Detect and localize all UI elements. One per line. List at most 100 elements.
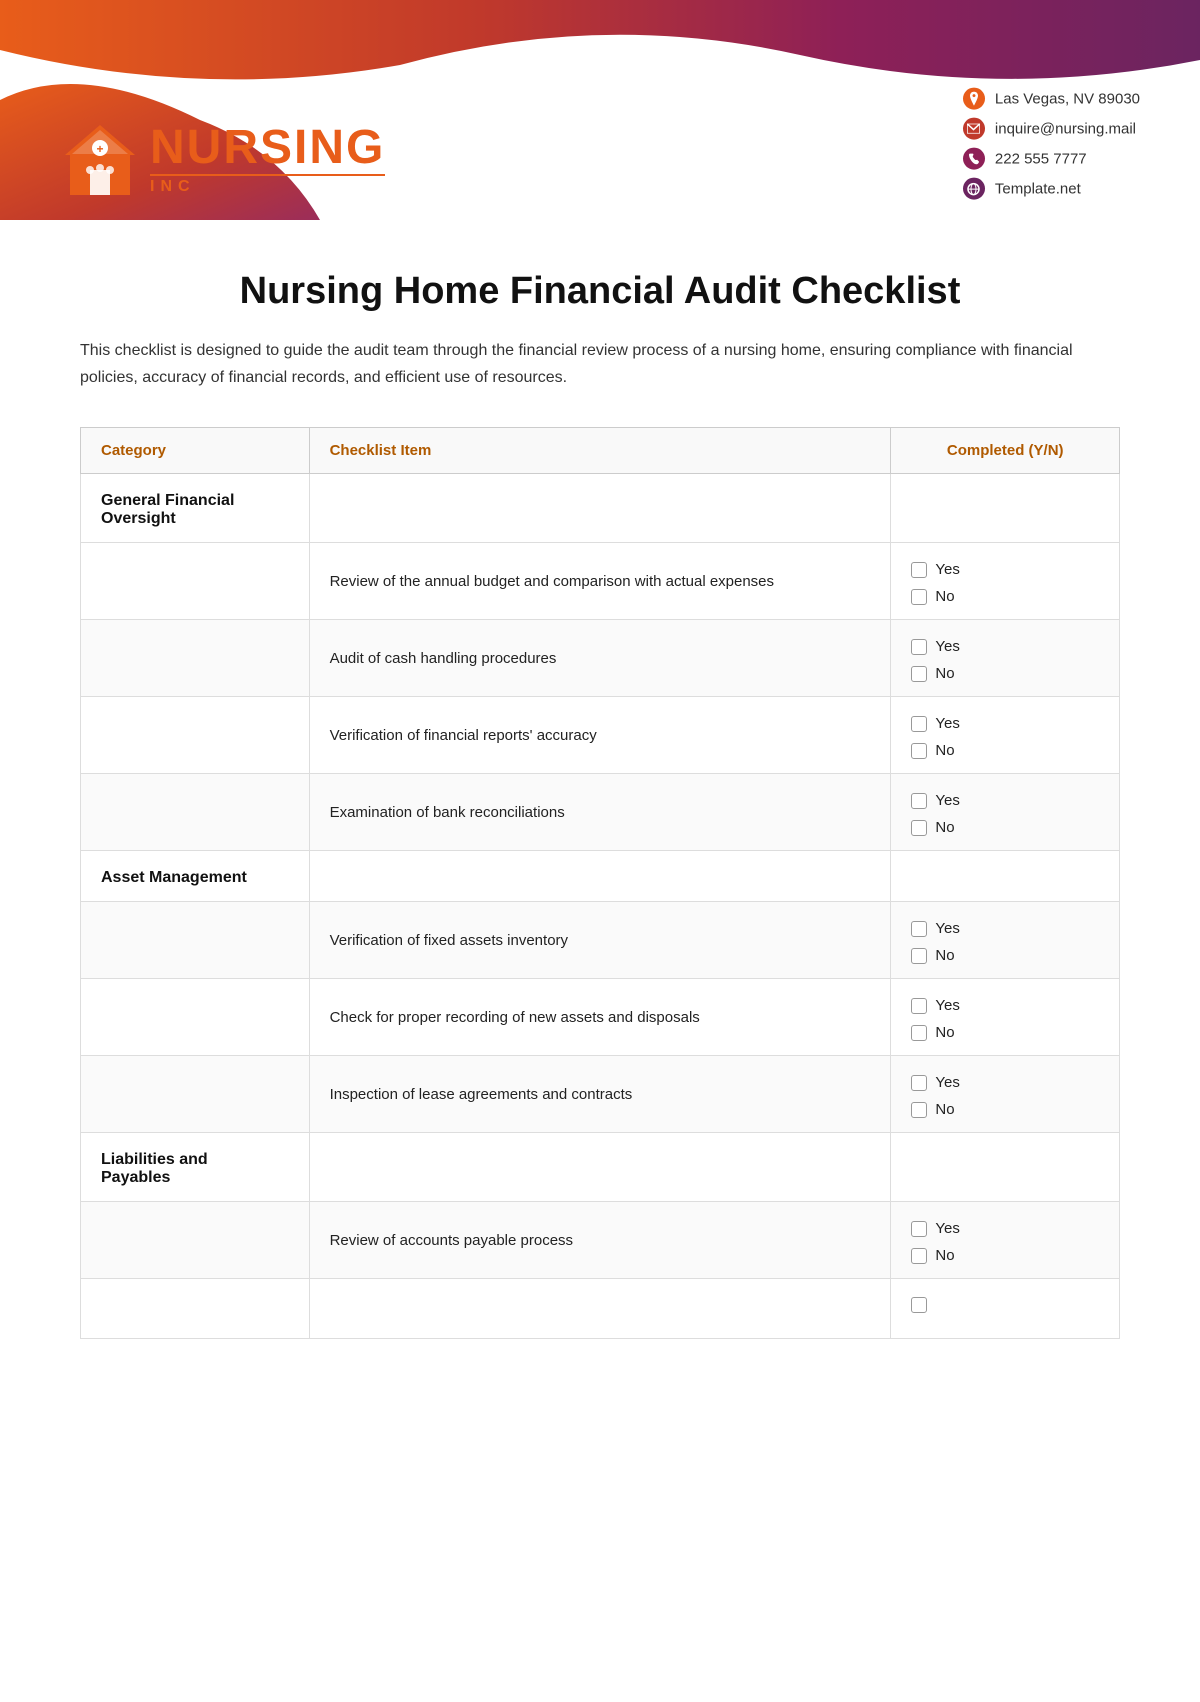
checklist-item-empty — [309, 474, 891, 543]
category-liabilities: Liabilities andPayables — [81, 1133, 310, 1202]
svg-text:+: + — [96, 142, 103, 156]
yn-6: Yes No — [891, 979, 1120, 1056]
table-row: General FinancialOversight — [81, 474, 1120, 543]
checklist-item-5: Verification of fixed assets inventory — [309, 902, 891, 979]
checklist-item-1: Review of the annual budget and comparis… — [309, 543, 891, 620]
no-checkbox-2[interactable] — [911, 666, 927, 682]
yn-no-option[interactable]: No — [911, 742, 1099, 759]
checklist-item-8: Review of accounts payable process — [309, 1202, 891, 1279]
yn-yes-option[interactable]: Yes — [911, 1074, 1099, 1091]
yn-7: Yes No — [891, 1056, 1120, 1133]
contact-address: Las Vegas, NV 89030 — [963, 88, 1140, 110]
yn-1: Yes No — [891, 543, 1120, 620]
table-row: Review of accounts payable process Yes N… — [81, 1202, 1120, 1279]
logo-name: NURSING — [150, 124, 385, 172]
yes-checkbox-7[interactable] — [911, 1075, 927, 1091]
yn-no-option[interactable]: No — [911, 1024, 1099, 1041]
table-row — [81, 1279, 1120, 1339]
logo-area: + NURSING INC — [60, 120, 385, 200]
main-content: Nursing Home Financial Audit Checklist T… — [0, 220, 1200, 1399]
yn-9 — [891, 1279, 1120, 1339]
yn-yes-option[interactable]: Yes — [911, 920, 1099, 937]
yn-empty-3 — [891, 1133, 1120, 1202]
cat-empty-6 — [81, 979, 310, 1056]
yn-yes-option[interactable]: Yes — [911, 561, 1099, 578]
no-checkbox-8[interactable] — [911, 1248, 927, 1264]
logo-text: NURSING INC — [150, 124, 385, 196]
table-header-row: Category Checklist Item Completed (Y/N) — [81, 428, 1120, 474]
yes-label: Yes — [935, 792, 959, 809]
yn-3: Yes No — [891, 697, 1120, 774]
cat-empty-9 — [81, 1279, 310, 1339]
table-row: Verification of financial reports' accur… — [81, 697, 1120, 774]
logo-inc: INC — [150, 174, 385, 196]
no-checkbox-6[interactable] — [911, 1025, 927, 1041]
no-label: No — [935, 1024, 954, 1041]
yn-no-option[interactable]: No — [911, 1247, 1099, 1264]
page-title: Nursing Home Financial Audit Checklist — [80, 270, 1120, 313]
no-label: No — [935, 742, 954, 759]
yn-empty-2 — [891, 851, 1120, 902]
no-label: No — [935, 947, 954, 964]
yes-checkbox-1[interactable] — [911, 562, 927, 578]
cat-empty-3 — [81, 697, 310, 774]
checklist-table: Category Checklist Item Completed (Y/N) … — [80, 427, 1120, 1339]
no-checkbox-1[interactable] — [911, 589, 927, 605]
cat-empty-8 — [81, 1202, 310, 1279]
checklist-item-9 — [309, 1279, 891, 1339]
no-checkbox-7[interactable] — [911, 1102, 927, 1118]
location-icon — [963, 88, 985, 110]
yn-no-option[interactable]: No — [911, 947, 1099, 964]
cat-empty-5 — [81, 902, 310, 979]
document-description: This checklist is designed to guide the … — [80, 337, 1120, 391]
checklist-item-empty-3 — [309, 1133, 891, 1202]
contact-website: Template.net — [963, 178, 1140, 200]
yes-checkbox-2[interactable] — [911, 639, 927, 655]
yn-no-option[interactable]: No — [911, 819, 1099, 836]
yn-yes-option[interactable]: Yes — [911, 997, 1099, 1014]
checklist-item-6: Check for proper recording of new assets… — [309, 979, 891, 1056]
table-row: Liabilities andPayables — [81, 1133, 1120, 1202]
yn-5: Yes No — [891, 902, 1120, 979]
yes-label: Yes — [935, 997, 959, 1014]
yes-checkbox-4[interactable] — [911, 793, 927, 809]
yn-yes-option[interactable]: Yes — [911, 638, 1099, 655]
checklist-item-3: Verification of financial reports' accur… — [309, 697, 891, 774]
yes-checkbox-9[interactable] — [911, 1297, 927, 1313]
table-row: Review of the annual budget and comparis… — [81, 543, 1120, 620]
yes-checkbox-8[interactable] — [911, 1221, 927, 1237]
yn-no-option[interactable]: No — [911, 1101, 1099, 1118]
yes-checkbox-3[interactable] — [911, 716, 927, 732]
no-checkbox-5[interactable] — [911, 948, 927, 964]
category-general-financial: General FinancialOversight — [81, 474, 310, 543]
web-icon — [963, 178, 985, 200]
yes-label: Yes — [935, 715, 959, 732]
yes-checkbox-6[interactable] — [911, 998, 927, 1014]
yes-label: Yes — [935, 1220, 959, 1237]
cat-empty-4 — [81, 774, 310, 851]
header-category: Category — [81, 428, 310, 474]
yn-2: Yes No — [891, 620, 1120, 697]
no-checkbox-3[interactable] — [911, 743, 927, 759]
contact-phone: 222 555 7777 — [963, 148, 1140, 170]
yn-yes-option[interactable]: Yes — [911, 792, 1099, 809]
yes-label: Yes — [935, 561, 959, 578]
checklist-item-2: Audit of cash handling procedures — [309, 620, 891, 697]
no-checkbox-4[interactable] — [911, 820, 927, 836]
address-text: Las Vegas, NV 89030 — [995, 90, 1140, 107]
category-asset-management: Asset Management — [81, 851, 310, 902]
checklist-item-empty-2 — [309, 851, 891, 902]
table-row: Verification of fixed assets inventory Y… — [81, 902, 1120, 979]
yn-yes-option[interactable]: Yes — [911, 1220, 1099, 1237]
cat-empty-2 — [81, 620, 310, 697]
yn-empty — [891, 474, 1120, 543]
table-row: Inspection of lease agreements and contr… — [81, 1056, 1120, 1133]
yes-checkbox-5[interactable] — [911, 921, 927, 937]
yn-no-option[interactable]: No — [911, 588, 1099, 605]
table-row: Check for proper recording of new assets… — [81, 979, 1120, 1056]
contact-email: inquire@nursing.mail — [963, 118, 1140, 140]
yn-yes-option[interactable]: Yes — [911, 715, 1099, 732]
yn-yes-option[interactable] — [911, 1297, 1099, 1313]
yn-no-option[interactable]: No — [911, 665, 1099, 682]
yn-4: Yes No — [891, 774, 1120, 851]
